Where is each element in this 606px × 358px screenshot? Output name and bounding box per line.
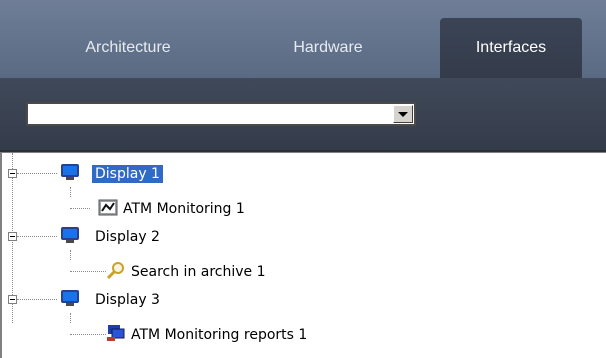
monitor-icon <box>61 290 79 306</box>
monitor-icon <box>61 227 79 243</box>
chevron-down-icon <box>398 111 408 117</box>
tree-connector <box>70 313 71 323</box>
object-dropdown[interactable] <box>26 102 416 126</box>
tree-node-search-in-archive-1[interactable]: Search in archive 1 <box>128 260 269 284</box>
tree-node-atm-monitoring-1[interactable]: ATM Monitoring 1 <box>120 197 248 221</box>
tree-node-atm-monitoring-reports-1[interactable]: ATM Monitoring reports 1 <box>128 323 310 347</box>
tree-node-label: Search in archive 1 <box>131 264 266 280</box>
tab-architecture[interactable]: Architecture <box>40 18 216 78</box>
collapse-toggle[interactable] <box>8 232 17 241</box>
object-tree: Display 1 ATM Monitoring 1 Display 2 Sea… <box>0 152 606 358</box>
search-archive-icon <box>106 262 124 279</box>
dropdown-toggle-button[interactable] <box>393 105 413 123</box>
tree-node-label: ATM Monitoring reports 1 <box>131 327 308 343</box>
tree-connector <box>17 299 57 300</box>
tree-node-label: Display 2 <box>95 229 160 245</box>
tree-connector <box>70 187 71 197</box>
tree-node-display-1[interactable]: Display 1 <box>92 162 163 186</box>
tree-connector <box>70 250 71 260</box>
tab-interfaces[interactable]: Interfaces <box>440 18 582 78</box>
tab-bar: Architecture Hardware Interfaces <box>0 0 606 78</box>
tree-connector <box>17 173 57 174</box>
monitor-icon <box>61 164 79 180</box>
atm-reports-icon <box>107 325 125 341</box>
atm-monitoring-icon <box>98 199 118 216</box>
tree-node-label: Display 1 <box>92 165 163 183</box>
tab-hardware[interactable]: Hardware <box>240 18 416 78</box>
tree-node-display-3[interactable]: Display 3 <box>92 288 163 312</box>
tree-connector <box>70 208 90 209</box>
tree-connector <box>17 236 57 237</box>
tree-connector <box>70 334 106 335</box>
collapse-toggle[interactable] <box>8 295 17 304</box>
tree-node-label: Display 3 <box>95 292 160 308</box>
tree-connector <box>70 271 106 272</box>
collapse-toggle[interactable] <box>8 169 17 178</box>
tree-node-display-2[interactable]: Display 2 <box>92 225 163 249</box>
tree-node-label: ATM Monitoring 1 <box>123 201 245 217</box>
